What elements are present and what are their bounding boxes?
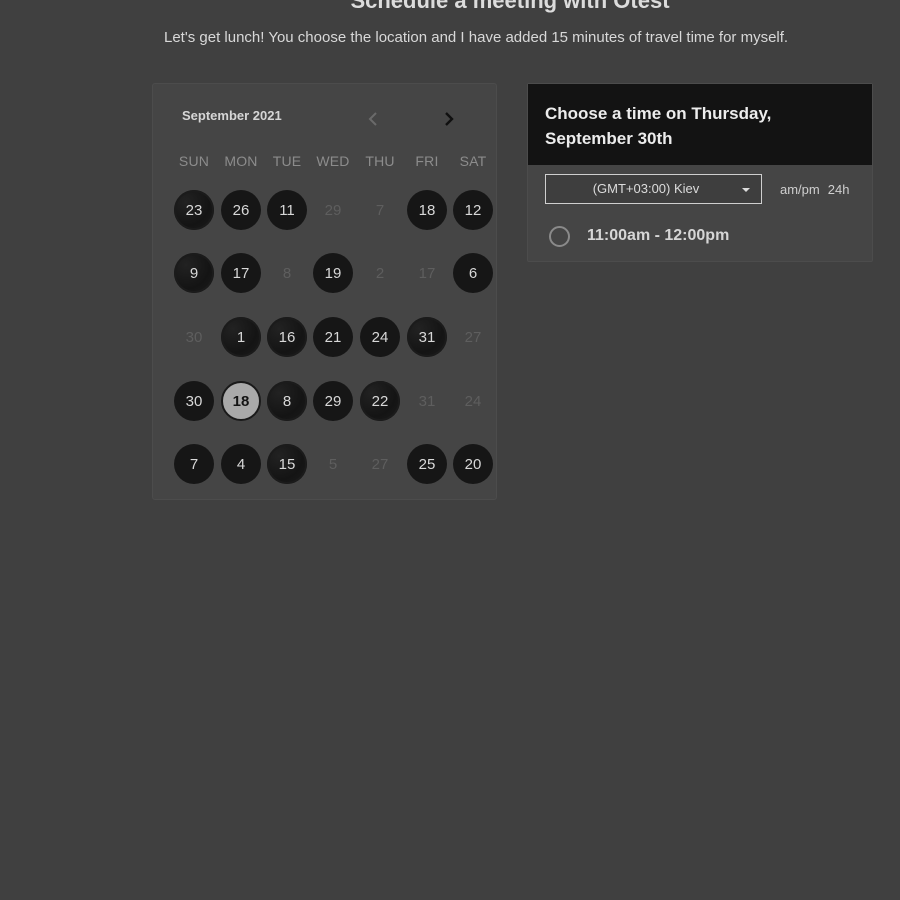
unavailable-day-cell: 29	[324, 201, 342, 219]
page-subtitle: Let's get lunch! You choose the location…	[164, 29, 789, 46]
radio-icon[interactable]	[549, 225, 570, 247]
page-title: Schedule a meeting with Otest	[350, 0, 670, 13]
time-slot-option[interactable]: 11:00am - 12:00pm	[549, 223, 729, 249]
available-day-cell[interactable]: 25	[407, 444, 447, 484]
available-day-cell[interactable]: 4	[221, 444, 261, 484]
unavailable-day-cell: 5	[328, 455, 338, 473]
available-day-cell[interactable]: 1	[221, 317, 261, 357]
available-day-cell[interactable]: 16	[267, 317, 307, 357]
unavailable-day-cell: 2	[375, 264, 385, 282]
timezone-select[interactable]: (GMT+03:00) Kiev	[545, 174, 762, 204]
available-day-cell[interactable]: 18	[407, 190, 447, 230]
available-day-cell[interactable]: 11	[267, 190, 307, 230]
format-24h-option[interactable]: 24h	[828, 182, 850, 197]
available-day-cell[interactable]: 8	[267, 381, 307, 421]
time-format-toggle: am/pm 24h	[780, 182, 849, 197]
time-selection-panel: Choose a time on Thursday, September 30t…	[527, 83, 873, 262]
available-day-cell[interactable]: 22	[360, 381, 400, 421]
selected-day-cell[interactable]: 18	[221, 381, 261, 421]
available-day-cell[interactable]: 31	[407, 317, 447, 357]
unavailable-day-cell: 30	[185, 328, 203, 346]
unavailable-day-cell: 27	[371, 455, 389, 473]
available-day-cell[interactable]: 26	[221, 190, 261, 230]
available-day-cell[interactable]: 20	[453, 444, 493, 484]
caret-down-icon	[742, 188, 750, 192]
available-day-cell[interactable]: 21	[313, 317, 353, 357]
available-day-cell[interactable]: 12	[453, 190, 493, 230]
available-day-cell[interactable]: 30	[174, 381, 214, 421]
unavailable-day-cell: 31	[418, 392, 436, 410]
available-day-cell[interactable]: 17	[221, 253, 261, 293]
unavailable-day-cell: 24	[464, 392, 482, 410]
time-panel-header: Choose a time on Thursday, September 30t…	[528, 84, 872, 165]
unavailable-day-cell: 27	[464, 328, 482, 346]
available-day-cell[interactable]: 24	[360, 317, 400, 357]
available-day-cell[interactable]: 7	[174, 444, 214, 484]
unavailable-day-cell: 7	[375, 201, 385, 219]
available-day-cell[interactable]: 23	[174, 190, 214, 230]
available-day-cell[interactable]: 9	[174, 253, 214, 293]
available-day-cell[interactable]: 15	[267, 444, 307, 484]
unavailable-day-cell: 8	[282, 264, 292, 282]
available-day-cell[interactable]: 6	[453, 253, 493, 293]
available-day-cell[interactable]: 19	[313, 253, 353, 293]
timezone-value: (GMT+03:00) Kiev	[592, 181, 700, 196]
available-day-cell[interactable]: 29	[313, 381, 353, 421]
calendar-card: September 2021 SUN MON TUE WED THU FRI SAT 23 2…	[152, 83, 497, 500]
unavailable-day-cell: 17	[418, 264, 436, 282]
time-slot-label: 11:00am - 12:00pm	[587, 227, 730, 244]
time-panel-title: Choose a time on Thursday, September 30t…	[545, 104, 772, 148]
format-ampm-option[interactable]: am/pm	[780, 182, 820, 197]
calendar-days-grid: 23 26 11 29 7 18 12 9 17 8 19 2 17 6 30 1 16 21 24 31 27 30 18…	[153, 84, 496, 499]
